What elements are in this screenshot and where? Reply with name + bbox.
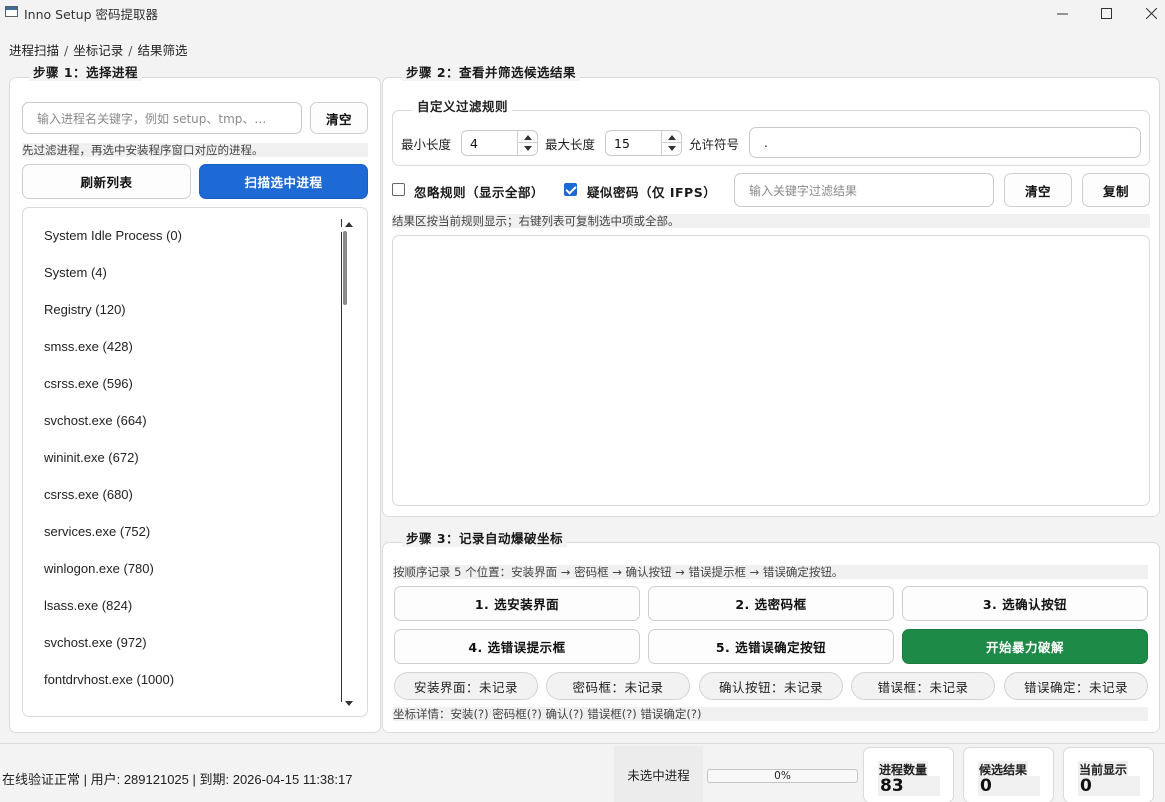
min-length-spinbox[interactable]: 4 [461, 130, 538, 156]
status-bar: 在线验证正常 | 用户: 289121025 | 到期: 2026-04-15 … [0, 743, 1165, 802]
copy-button[interactable]: 复制 [1082, 173, 1150, 207]
results-list[interactable] [392, 235, 1150, 506]
step1-hint: 先过滤进程，再选中安装程序窗口对应的进程。 [22, 143, 368, 157]
list-item[interactable]: svchost.exe (972) [44, 635, 147, 650]
spin-down-icon [524, 146, 532, 151]
minimize-icon[interactable] [1039, 0, 1085, 26]
step3-hint: 按顺序记录 5 个位置：安装界面 → 密码框 → 确认按钮 → 错误提示框 → … [393, 565, 1148, 579]
list-item[interactable]: wininit.exe (672) [44, 450, 139, 465]
coordinate-details: 坐标详情：安装(?) 密码框(?) 确认(?) 错误框(?) 错误确定(?) [393, 707, 1148, 721]
process-count-card: 进程数量 83 [863, 747, 954, 802]
ignore-rules-checkbox[interactable] [392, 183, 405, 196]
select-password-box-button[interactable]: 2. 选密码框 [648, 586, 894, 621]
breadcrumb: 进程扫描 / 坐标记录 / 结果筛选 [9, 40, 187, 59]
result-filter-input[interactable]: 输入关键字过滤结果 [734, 173, 994, 207]
list-item[interactable]: svchost.exe (664) [44, 413, 147, 428]
list-item[interactable]: System Idle Process (0) [44, 228, 182, 243]
auth-status-text: 在线验证正常 | 用户: 289121025 | 到期: 2026-04-15 … [2, 772, 353, 787]
error-ok-status-badge: 错误确定：未记录 [1004, 672, 1148, 700]
process-list-scrollbar[interactable] [341, 216, 358, 712]
app-icon [5, 6, 18, 17]
allowed-symbols-label: 允许符号 [689, 137, 740, 152]
error-dialog-status-badge: 错误框：未记录 [851, 672, 995, 700]
step2-hint: 结果区按当前规则显示；右键列表可复制选中项或全部。 [392, 214, 1150, 228]
step3-title: 步骤 3：记录自动爆破坐标 [402, 528, 568, 547]
process-clear-button[interactable]: 清空 [310, 102, 368, 134]
list-item[interactable]: Registry (120) [44, 302, 126, 317]
select-confirm-button[interactable]: 3. 选确认按钮 [902, 586, 1148, 621]
max-length-label: 最大长度 [545, 137, 596, 152]
spin-control[interactable] [517, 131, 537, 155]
list-item[interactable]: csrss.exe (596) [44, 376, 133, 391]
step1-title: 步骤 1：选择进程 [29, 62, 143, 81]
installer-status-badge: 安装界面：未记录 [394, 672, 538, 700]
ignore-rules-label[interactable]: 忽略规则（显示全部） [414, 182, 544, 201]
list-item[interactable]: System (4) [44, 265, 107, 280]
select-error-dialog-button[interactable]: 4. 选错误提示框 [394, 629, 640, 664]
list-item[interactable]: services.exe (752) [44, 524, 150, 539]
start-bruteforce-button[interactable]: 开始暴力破解 [902, 629, 1148, 664]
process-list[interactable]: System Idle Process (0) System (4) Regis… [22, 207, 368, 717]
breadcrumb-item-scan[interactable]: 进程扫描 [9, 43, 59, 58]
password-box-status-badge: 密码框：未记录 [546, 672, 690, 700]
stat-value: 83 [878, 776, 940, 796]
max-length-value: 15 [614, 136, 630, 151]
scroll-up-icon[interactable] [345, 222, 353, 227]
breadcrumb-separator: / [128, 43, 133, 58]
candidate-count-card: 候选结果 0 [963, 747, 1054, 802]
spin-up-icon [524, 135, 532, 140]
list-item[interactable]: fontdrvhost.exe (1000) [44, 672, 174, 687]
stat-value: 0 [1078, 776, 1140, 796]
list-item[interactable]: smss.exe (428) [44, 339, 133, 354]
list-item[interactable]: winlogon.exe (780) [44, 561, 154, 576]
select-error-ok-button[interactable]: 5. 选错误确定按钮 [648, 629, 894, 664]
allowed-symbols-input[interactable]: . [749, 127, 1141, 158]
breadcrumb-item-filter[interactable]: 结果筛选 [137, 43, 187, 58]
breadcrumb-item-coords[interactable]: 坐标记录 [73, 43, 123, 58]
stat-value: 0 [978, 776, 1040, 796]
result-clear-button[interactable]: 清空 [1004, 173, 1072, 207]
step2-title: 步骤 2：查看并筛选候选结果 [402, 62, 581, 81]
list-item[interactable]: csrss.exe (680) [44, 487, 133, 502]
spin-up-icon [668, 135, 676, 140]
spin-down-icon [668, 146, 676, 151]
breadcrumb-separator: / [64, 43, 69, 58]
confirm-status-badge: 确认按钮：未记录 [699, 672, 843, 700]
selected-process-status: 未选中进程 [614, 746, 703, 802]
maximize-icon[interactable] [1083, 0, 1129, 26]
suspect-password-checkbox[interactable] [564, 183, 577, 196]
refresh-list-button[interactable]: 刷新列表 [22, 164, 191, 199]
close-icon[interactable] [1128, 0, 1165, 26]
process-search-input[interactable]: 输入进程名关键字，例如 setup、tmp、… [22, 102, 302, 134]
scan-selected-button[interactable]: 扫描选中进程 [199, 164, 368, 199]
progress-bar: 0% [707, 769, 858, 783]
window-title: Inno Setup 密码提取器 [24, 7, 159, 22]
scroll-down-icon[interactable] [345, 701, 353, 706]
filter-rules-title: 自定义过滤规则 [413, 96, 513, 115]
suspect-password-label[interactable]: 疑似密码（仅 IFPS） [587, 182, 716, 201]
scrollbar-thumb[interactable] [343, 231, 347, 305]
displayed-count-card: 当前显示 0 [1063, 747, 1154, 802]
progress-label: 0% [774, 770, 791, 782]
spin-control[interactable] [661, 131, 681, 155]
max-length-spinbox[interactable]: 15 [605, 130, 682, 156]
min-length-value: 4 [470, 136, 478, 151]
title-bar: Inno Setup 密码提取器 [0, 0, 1165, 26]
min-length-label: 最小长度 [401, 137, 452, 152]
list-item[interactable]: lsass.exe (824) [44, 598, 132, 613]
select-installer-button[interactable]: 1. 选安装界面 [394, 586, 640, 621]
